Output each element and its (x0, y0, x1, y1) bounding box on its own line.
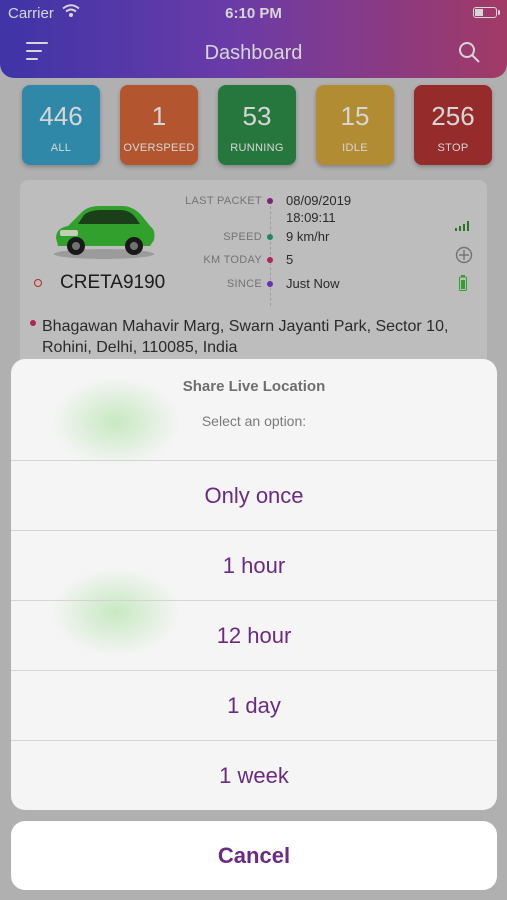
share-location-sheet: Share Live Location Select an option: On… (11, 359, 497, 810)
option-1-day[interactable]: 1 day (11, 671, 497, 741)
cancel-button[interactable]: Cancel (11, 821, 497, 890)
option-only-once[interactable]: Only once (11, 461, 497, 531)
sheet-title: Share Live Location (182, 378, 326, 395)
sheet-message: Select an option: (201, 413, 307, 429)
option-1-hour[interactable]: 1 hour (11, 531, 497, 601)
sheet-header: Share Live Location Select an option: (11, 359, 497, 461)
option-12-hour[interactable]: 12 hour (11, 601, 497, 671)
option-1-week[interactable]: 1 week (11, 741, 497, 810)
